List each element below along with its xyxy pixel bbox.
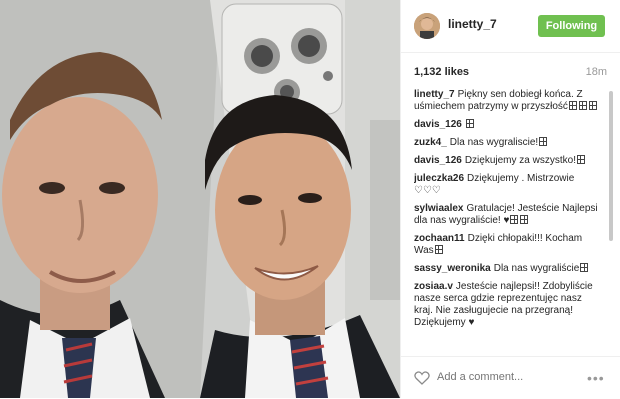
emoji-icon: [568, 101, 577, 110]
emoji-icon: [510, 215, 519, 224]
comments-scrollbar[interactable]: [609, 89, 613, 355]
post-side-panel: linetty_7 Following 1,132 likes 18m line…: [400, 0, 620, 398]
add-comment-input[interactable]: [437, 371, 577, 383]
comment-username[interactable]: sassy_weronika: [414, 263, 491, 274]
following-button[interactable]: Following: [538, 15, 605, 37]
comment-item: sassy_weronika Dla nas wygraliście: [414, 263, 599, 275]
comment-username[interactable]: linetty_7: [414, 89, 455, 100]
more-options-icon[interactable]: •••: [587, 370, 605, 386]
post-modal: linetty_7 Following 1,132 likes 18m line…: [0, 0, 620, 398]
comment-username[interactable]: davis_126: [414, 119, 462, 130]
comment-username[interactable]: zochaan11: [414, 233, 465, 244]
emoji-icon: [520, 215, 529, 224]
comment-item: zuzk4_ Dla nas wygraliscie!: [414, 137, 599, 149]
emoji-icon: [578, 101, 587, 110]
emoji-icon: [539, 137, 548, 146]
post-photo[interactable]: [0, 0, 400, 398]
comment-username[interactable]: juleczka26: [414, 173, 464, 184]
comment-item: linetty_7 Piękny sen dobiegł końca. Z uśm…: [414, 89, 599, 113]
comment-item: sylwiaalex Gratulacje! Jesteście Najlepsi…: [414, 203, 599, 227]
comment-item: zosiaa.v Jesteście najlepsi!! Zdobyliście…: [414, 281, 599, 329]
comment-text: Dla nas wygraliście: [493, 263, 580, 274]
emoji-icon: [434, 245, 443, 254]
comments-list[interactable]: linetty_7 Piękny sen dobiegł końca. Z uśm…: [414, 89, 599, 355]
avatar-image: [414, 13, 440, 39]
comment-text: Dziękujemy za wszystko!: [464, 155, 576, 166]
post-header: linetty_7 Following: [401, 0, 620, 53]
emoji-icon: [588, 101, 597, 110]
user-avatar[interactable]: [414, 13, 440, 39]
comment-item: davis_126 Dziękujemy za wszystko!: [414, 155, 599, 167]
likes-count[interactable]: 1,132 likes: [414, 66, 469, 78]
emoji-icon: [580, 263, 589, 272]
emoji-icon: [576, 155, 585, 164]
comments-scrollbar-thumb[interactable]: [609, 91, 613, 241]
comment-text: Dla nas wygraliscie!: [449, 137, 539, 148]
emoji-icon: [465, 119, 474, 128]
comment-username[interactable]: zuzk4_: [414, 137, 447, 148]
post-timestamp[interactable]: 18m: [586, 66, 607, 78]
comment-username[interactable]: davis_126: [414, 155, 462, 166]
comment-item: zochaan11 Dzięki chłopaki!!! Kocham Was: [414, 233, 599, 257]
comment-item: juleczka26 Dziękujemy . Mistrzowie ♡♡♡: [414, 173, 599, 197]
comment-username[interactable]: zosiaa.v: [414, 281, 453, 292]
post-footer: •••: [401, 356, 620, 399]
post-username[interactable]: linetty_7: [448, 17, 497, 31]
heart-icon[interactable]: [414, 370, 430, 386]
post-stats: 1,132 likes 18m: [414, 66, 607, 82]
comment-username[interactable]: sylwiaalex: [414, 203, 463, 214]
selfie-image: [0, 0, 400, 398]
comment-item: davis_126: [414, 119, 599, 131]
